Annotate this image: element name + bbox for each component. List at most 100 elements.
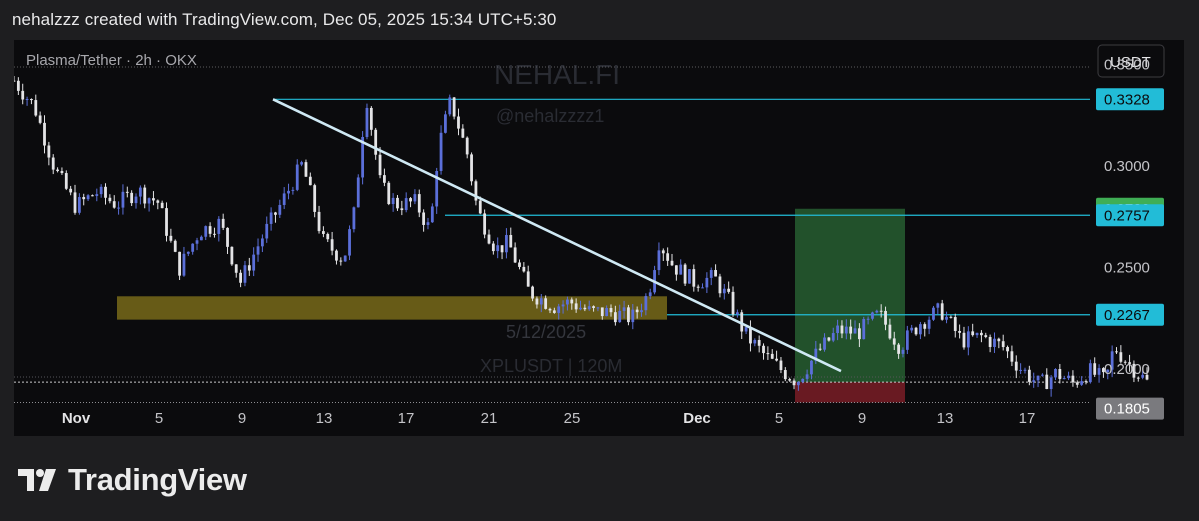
candle-body	[73, 192, 77, 213]
candle-body	[753, 340, 757, 344]
candle-body	[1019, 369, 1023, 371]
candle-body	[152, 198, 155, 201]
candle-body	[657, 250, 661, 271]
x-tick-label: 13	[937, 410, 954, 427]
candle-body	[247, 265, 251, 271]
candle-body	[330, 239, 334, 251]
candle-body	[383, 175, 386, 183]
candle-body	[566, 299, 569, 305]
candle-body	[897, 344, 901, 354]
candle-body	[234, 264, 238, 273]
candle-body	[526, 271, 530, 287]
candle-body	[308, 176, 312, 186]
candle-body	[230, 246, 234, 265]
candle-body	[369, 107, 373, 130]
candle-body	[792, 380, 796, 386]
candle-body	[465, 137, 469, 155]
candle-body	[718, 276, 722, 294]
candle-body	[1010, 351, 1014, 362]
price-chart[interactable]: NEHAL.FI @nehalzzzz1 XPLUSDT | 120M 5/12/20…	[14, 40, 1184, 436]
candle-body	[444, 114, 447, 133]
candle-body	[692, 269, 696, 287]
candle-body	[627, 307, 630, 323]
y-tick-label: 0.2000	[1104, 361, 1150, 378]
brand-name: TradingView	[68, 462, 247, 497]
candle-body	[60, 171, 64, 174]
candle-body	[21, 90, 25, 100]
x-tick-label: 9	[858, 410, 866, 427]
tradingview-logo[interactable]: TradingView	[18, 462, 247, 498]
candle-body	[1062, 378, 1066, 380]
candle-body	[949, 316, 953, 318]
candle-body	[374, 129, 378, 155]
candle-body	[548, 308, 552, 311]
x-tick-label: 25	[564, 410, 581, 427]
candle-body	[1067, 375, 1070, 379]
candle-body	[430, 206, 434, 223]
candle-body	[300, 162, 304, 165]
candle-body	[491, 243, 495, 252]
candle-body	[945, 316, 948, 320]
candle-body	[195, 240, 199, 244]
candle-body	[138, 187, 142, 197]
candle-body	[823, 337, 826, 350]
candle-body	[966, 331, 970, 348]
candle-body	[683, 264, 687, 284]
candle-body	[1054, 369, 1057, 378]
candle-body	[879, 310, 883, 312]
candle-body	[51, 157, 55, 170]
candle-body	[544, 298, 548, 309]
candle-body	[295, 164, 299, 190]
candle-body	[1036, 375, 1040, 381]
candle-body	[30, 98, 33, 101]
candle-body	[173, 240, 177, 252]
candle-body	[727, 288, 731, 292]
candle-body	[91, 195, 94, 197]
candle-body	[1115, 351, 1118, 353]
candle-body	[1045, 374, 1049, 389]
chart-panel[interactable]: NEHAL.FI @nehalzzzz1 XPLUSDT | 120M 5/12/20…	[14, 40, 1184, 436]
candle-body	[1075, 382, 1079, 385]
candle-body	[674, 265, 678, 275]
candle-body	[783, 370, 787, 380]
candle-body	[962, 332, 966, 348]
candle-body	[1027, 369, 1031, 382]
candle-body	[1084, 381, 1088, 383]
candle-body	[34, 100, 38, 116]
candle-body	[666, 253, 670, 261]
candle-body	[417, 194, 421, 213]
candle-body	[121, 191, 125, 208]
candle-body	[857, 328, 861, 340]
candle-body	[1097, 368, 1101, 375]
candle-body	[165, 208, 168, 236]
candle-body	[269, 212, 273, 224]
candle-body	[321, 231, 325, 234]
candle-body	[1093, 363, 1097, 375]
candle-body	[696, 286, 700, 288]
candle-body	[522, 266, 526, 272]
candle-body	[1032, 380, 1036, 382]
candle-body	[644, 296, 648, 311]
x-tick-label: 5	[155, 410, 163, 427]
x-tick-label: 5	[775, 410, 783, 427]
candle-body	[688, 269, 691, 284]
candle-body	[278, 204, 282, 215]
candle-body	[339, 260, 343, 262]
candle-body	[953, 317, 957, 332]
candle-body	[1006, 347, 1009, 352]
candle-body	[1088, 363, 1092, 383]
candle-body	[818, 348, 822, 350]
candle-body	[134, 196, 138, 204]
candle-body	[304, 162, 308, 177]
stop-loss-zone[interactable]	[795, 382, 905, 403]
candle-body	[160, 202, 164, 209]
candle-body	[831, 333, 835, 341]
tradingview-logo-icon	[18, 469, 56, 491]
candle-body	[487, 234, 491, 244]
candle-body	[82, 197, 86, 200]
candle-body	[600, 307, 604, 317]
candle-body	[914, 327, 918, 335]
candle-body	[204, 226, 208, 237]
candle-body	[609, 308, 613, 313]
candle-body	[99, 186, 103, 195]
